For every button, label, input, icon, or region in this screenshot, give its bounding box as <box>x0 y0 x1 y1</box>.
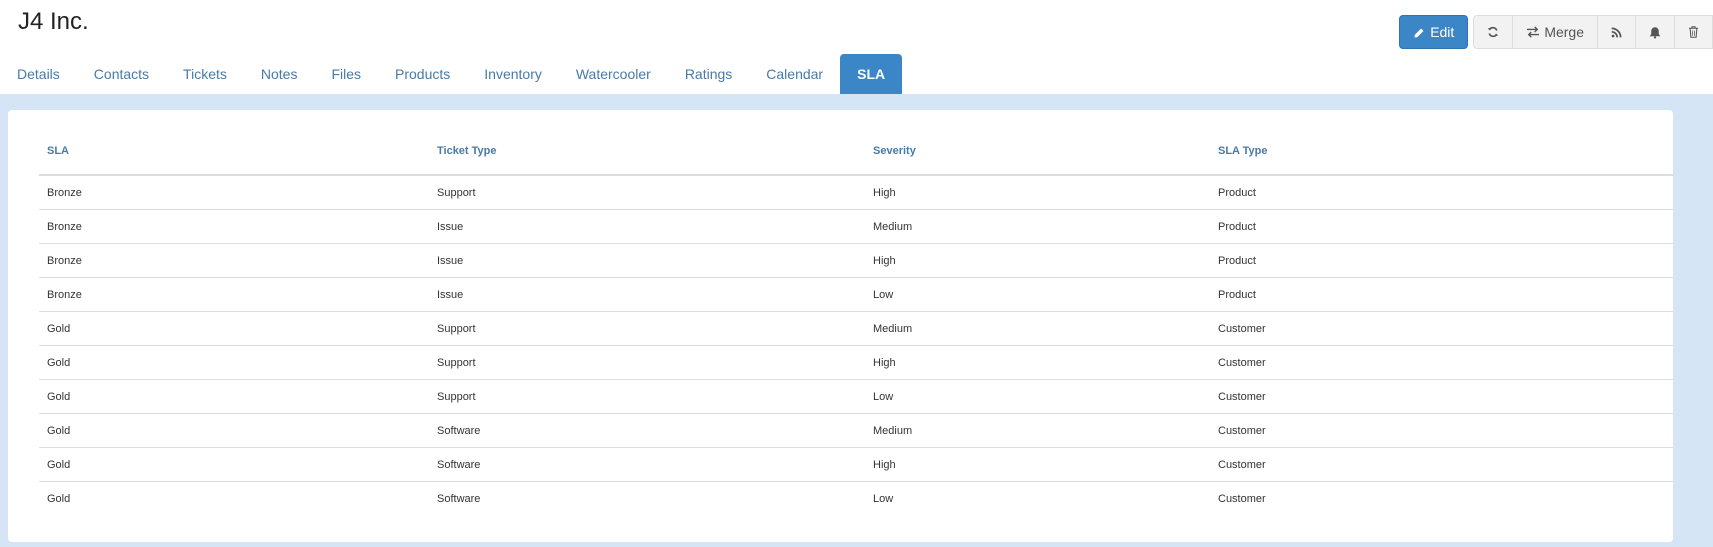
table-row[interactable]: Gold Support Medium Customer <box>39 311 1673 346</box>
delete-button[interactable] <box>1675 16 1712 48</box>
ticket-type-cell: Support <box>429 345 865 380</box>
table-row[interactable]: Gold Software Medium Customer <box>39 413 1673 448</box>
table-row[interactable]: Bronze Support High Product <box>39 175 1673 210</box>
tab-details[interactable]: Details <box>0 54 77 94</box>
ticket-type-cell: Support <box>429 311 865 346</box>
severity-cell: Low <box>873 492 894 505</box>
tab-ratings[interactable]: Ratings <box>668 54 749 94</box>
column-header-sla[interactable]: SLA <box>39 128 429 176</box>
ticket-type-cell: Software <box>429 447 865 482</box>
action-button-group: Merge <box>1473 15 1713 49</box>
table-row[interactable]: Gold Software Low Customer <box>39 482 1673 516</box>
tab-notes[interactable]: Notes <box>244 54 315 94</box>
sla-type-cell: Product <box>1210 277 1673 312</box>
tab-inventory[interactable]: Inventory <box>467 54 559 94</box>
table-row[interactable]: Gold Support High Customer <box>39 345 1673 380</box>
trash-icon <box>1688 26 1699 38</box>
ticket-type-cell: Support <box>429 379 865 414</box>
sla-cell: Gold <box>39 311 429 346</box>
sla-type-cell: Customer <box>1210 447 1673 482</box>
table-row[interactable]: Bronze Issue Medium Product <box>39 209 1673 244</box>
tab-sla[interactable]: SLA <box>840 54 903 94</box>
page-title: J4 Inc. <box>18 8 89 35</box>
severity-cell: High <box>865 447 1210 482</box>
ticket-type-cell: Software <box>437 492 481 505</box>
ticket-type-cell: Support <box>429 175 865 210</box>
refresh-icon <box>1487 26 1499 38</box>
sla-cell: Gold <box>39 345 429 380</box>
severity-cell: Low <box>865 277 1210 312</box>
sla-cell: Gold <box>39 447 429 482</box>
column-header-ticket-type[interactable]: Ticket Type <box>429 128 865 176</box>
table-row[interactable]: Bronze Issue High Product <box>39 243 1673 278</box>
rss-icon <box>1611 27 1622 38</box>
tab-watercooler[interactable]: Watercooler <box>559 54 668 94</box>
tab-bar: Details Contacts Tickets Notes Files Pro… <box>0 54 903 94</box>
sla-panel: SLA Ticket Type Severity SLA Type Bronze… <box>8 110 1673 542</box>
table-row[interactable]: Bronze Issue Low Product <box>39 277 1673 312</box>
bell-icon <box>1649 26 1661 39</box>
edit-button[interactable]: Edit <box>1399 15 1469 49</box>
edit-label: Edit <box>1430 24 1455 40</box>
toolbar: Edit Merge <box>1399 15 1713 49</box>
notifications-button[interactable] <box>1636 16 1675 48</box>
severity-cell: High <box>865 345 1210 380</box>
sla-table: SLA Ticket Type Severity SLA Type Bronze… <box>39 128 1673 515</box>
merge-button[interactable]: Merge <box>1513 16 1598 48</box>
rss-button[interactable] <box>1598 16 1636 48</box>
tab-tickets[interactable]: Tickets <box>166 54 244 94</box>
merge-label: Merge <box>1544 24 1584 40</box>
ticket-type-cell: Issue <box>429 243 865 278</box>
sla-type-cell: Customer <box>1210 379 1673 414</box>
exchange-icon <box>1526 26 1540 38</box>
sla-cell: Bronze <box>39 277 429 312</box>
ticket-type-cell: Software <box>429 413 865 448</box>
sla-type-cell: Customer <box>1210 413 1673 448</box>
sla-cell: Bronze <box>39 209 429 244</box>
severity-cell: Low <box>865 379 1210 414</box>
severity-cell: High <box>865 243 1210 278</box>
sla-type-cell: Product <box>1210 209 1673 244</box>
refresh-button[interactable] <box>1474 16 1514 48</box>
sla-cell: Bronze <box>39 175 429 210</box>
severity-cell: High <box>865 175 1210 210</box>
sla-type-cell: Customer <box>1210 345 1673 380</box>
column-header-severity[interactable]: Severity <box>865 128 1210 176</box>
severity-cell: Medium <box>865 311 1210 346</box>
sla-type-cell: Product <box>1210 243 1673 278</box>
table-row[interactable]: Gold Support Low Customer <box>39 379 1673 414</box>
tab-calendar[interactable]: Calendar <box>749 54 840 94</box>
ticket-type-cell: Issue <box>429 209 865 244</box>
tab-products[interactable]: Products <box>378 54 467 94</box>
column-header-sla-type[interactable]: SLA Type <box>1210 128 1673 176</box>
severity-cell: Medium <box>865 413 1210 448</box>
tab-contacts[interactable]: Contacts <box>77 54 166 94</box>
table-header-row: SLA Ticket Type Severity SLA Type <box>39 128 1673 176</box>
sla-type-cell: Customer <box>1210 311 1673 346</box>
sla-cell: Gold <box>39 413 429 448</box>
ticket-type-cell: Issue <box>429 277 865 312</box>
tab-files[interactable]: Files <box>314 54 378 94</box>
sla-cell: Gold <box>39 379 429 414</box>
sla-type-cell: Product <box>1210 175 1673 210</box>
sla-cell: Bronze <box>39 243 429 278</box>
sla-type-cell: Customer <box>1218 492 1266 505</box>
table-row[interactable]: Gold Software High Customer <box>39 447 1673 482</box>
sla-cell: Gold <box>47 492 71 505</box>
pencil-icon <box>1413 26 1426 39</box>
severity-cell: Medium <box>865 209 1210 244</box>
